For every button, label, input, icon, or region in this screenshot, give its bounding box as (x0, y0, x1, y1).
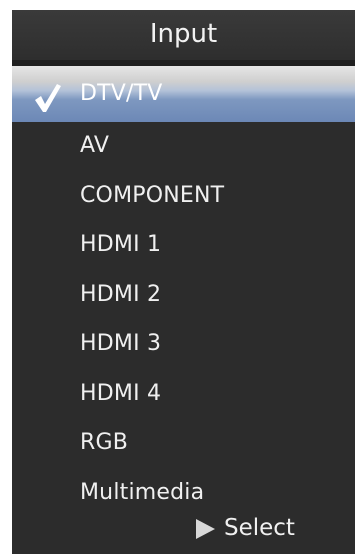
input-item-label: HDMI 3 (80, 331, 162, 356)
input-menu-panel: Input DTV/TV AV COMPONENT HDMI 1 HDMI 2 … (12, 10, 355, 554)
input-item-hdmi-2[interactable]: HDMI 2 (12, 271, 355, 321)
input-item-label: HDMI 1 (80, 232, 162, 257)
input-item-hdmi-4[interactable]: HDMI 4 (12, 370, 355, 420)
menu-title-bar: Input (12, 10, 355, 60)
input-item-rgb[interactable]: RGB (12, 419, 355, 469)
input-item-label: HDMI 2 (80, 281, 162, 307)
select-hint-label: Select (224, 515, 295, 541)
input-source-list: DTV/TV AV COMPONENT HDMI 1 HDMI 2 HDMI 3… (12, 66, 355, 518)
input-item-av[interactable]: AV (12, 122, 355, 172)
checkmark-icon (35, 84, 61, 112)
menu-title: Input (149, 19, 218, 49)
play-arrow-icon (196, 519, 215, 539)
input-item-label: HDMI 4 (80, 380, 162, 406)
input-item-label: Multimedia (80, 479, 205, 505)
input-item-hdmi-3[interactable]: HDMI 3 (12, 320, 355, 370)
input-item-hdmi-1[interactable]: HDMI 1 (12, 221, 355, 271)
input-item-component[interactable]: COMPONENT (12, 172, 355, 222)
input-item-label: RGB (80, 430, 129, 455)
input-item-label: AV (80, 133, 110, 158)
menu-footer-hint: Select (12, 510, 355, 554)
input-item-label: COMPONENT (80, 182, 225, 208)
input-item-dtv-tv[interactable]: DTV/TV (12, 66, 355, 122)
input-item-label: DTV/TV (80, 81, 163, 106)
